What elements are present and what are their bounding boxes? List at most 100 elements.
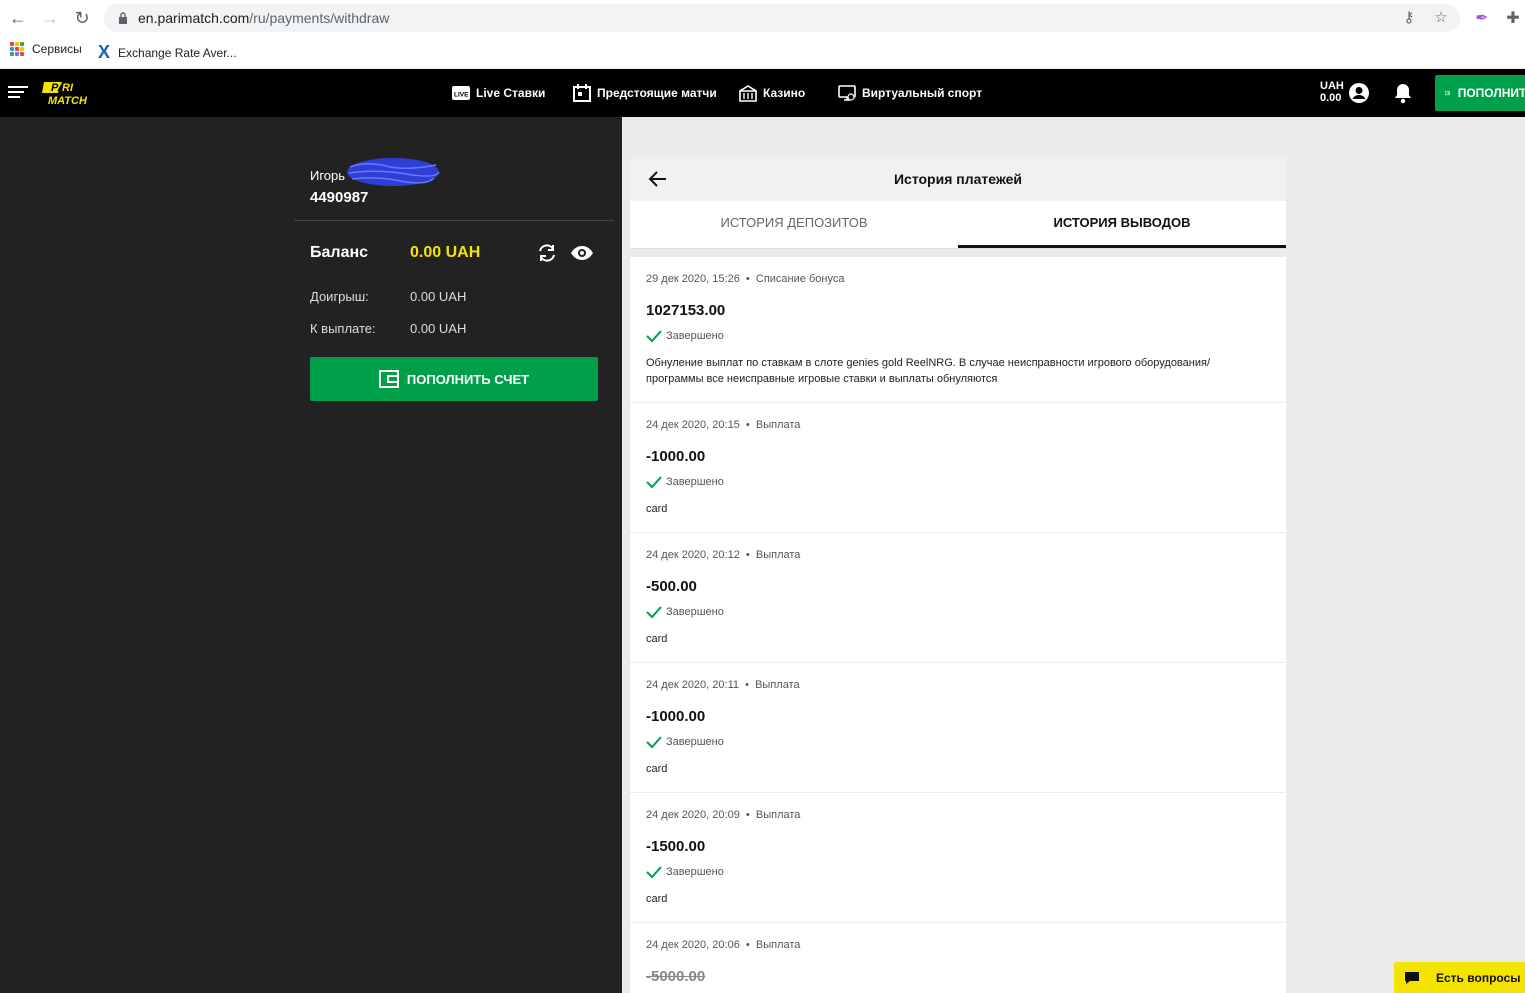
transaction-status: Завершено — [646, 735, 724, 749]
transaction-item: 24 дек 2020, 20:06 • Выплата -5000.00 — [630, 923, 1286, 993]
account-id: 4490987 — [310, 189, 369, 206]
transaction-note: card — [646, 763, 668, 775]
card-header: История платежей — [630, 157, 1286, 201]
nav-label: Live Ставки — [476, 86, 546, 100]
svg-text:LIVE: LIVE — [454, 92, 469, 99]
site-header: PA RI MATCH LIVE Live Ставки Предстоящие… — [0, 69, 1525, 117]
transaction-meta: 24 дек 2020, 20:09 • Выплата — [646, 809, 801, 821]
bell-icon[interactable] — [1393, 82, 1413, 104]
check-icon — [646, 606, 662, 619]
live-icon: LIVE — [452, 86, 470, 100]
transaction-status: Завершено — [646, 329, 724, 343]
bookmark-exchange-rate[interactable]: X Exchange Rate Aver... — [98, 42, 237, 63]
transaction-status: Завершено — [646, 605, 724, 619]
transaction-note: Обнуление выплат по ставкам в слоте geni… — [646, 357, 1211, 385]
chat-label: Есть вопросы — [1436, 970, 1521, 985]
transaction-item: 24 дек 2020, 20:12 • Выплата -500.00 Зав… — [630, 533, 1286, 663]
tab-deposit-history[interactable]: ИСТОРИЯ ДЕПОЗИТОВ — [630, 201, 958, 248]
transaction-amount: -1000.00 — [646, 708, 706, 725]
star-icon[interactable]: ☆ — [1432, 9, 1450, 27]
parimatch-logo[interactable]: PA RI MATCH — [42, 80, 122, 106]
tab-withdrawal-history[interactable]: ИСТОРИЯ ВЫВОДОВ — [958, 201, 1286, 248]
bookmark-label: Exchange Rate Aver... — [118, 45, 237, 60]
page-title: История платежей — [893, 171, 1023, 187]
history-tabs: ИСТОРИЯ ДЕПОЗИТОВ ИСТОРИЯ ВЫВОДОВ — [630, 201, 1286, 249]
header-deposit-button[interactable]: ПОПОЛНИТЬ — [1435, 75, 1525, 111]
wallet-icon — [1445, 90, 1450, 96]
payout-value: 0.00 UAH — [410, 321, 467, 336]
nav-label: Виртуальный спорт — [862, 86, 983, 100]
puzzle-icon[interactable]: ✚ — [1503, 8, 1523, 28]
back-icon[interactable]: ← — [8, 8, 28, 28]
virtual-sport-icon — [838, 85, 856, 101]
casino-icon — [739, 85, 757, 102]
header-balance[interactable]: UAH 0.00 — [1320, 80, 1344, 104]
payment-history-card: История платежей ИСТОРИЯ ДЕПОЗИТОВ ИСТОР… — [630, 157, 1286, 993]
nav-label: Предстоящие матчи — [597, 86, 717, 100]
transaction-status: Завершено — [646, 475, 724, 489]
svg-text:MATCH: MATCH — [48, 95, 88, 106]
bookmark-label: Сервисы — [32, 42, 82, 56]
calendar-icon — [573, 84, 591, 102]
transaction-meta: 24 дек 2020, 20:06 • Выплата — [646, 939, 801, 951]
bookmark-services[interactable]: Сервисы — [10, 42, 82, 56]
transaction-item: 24 дек 2020, 20:09 • Выплата -1500.00 За… — [630, 793, 1286, 923]
deposit-label: ПОПОЛНИТЬ — [1457, 86, 1525, 100]
account-sidebar: Игорь 4490987 Баланс 0.00 UAH Доигрыш: 0… — [0, 117, 622, 993]
url-text: en.parimatch.com/ru/payments/withdraw — [138, 10, 390, 26]
nav-live-bets[interactable]: LIVE Live Ставки — [452, 69, 545, 117]
transaction-amount: 1027153.00 — [646, 302, 726, 319]
lock-icon — [119, 12, 127, 24]
rollover-value: 0.00 UAH — [410, 289, 467, 304]
menu-icon[interactable] — [8, 86, 28, 100]
chat-icon — [1405, 971, 1419, 984]
apps-grid-icon — [10, 42, 24, 56]
transaction-meta: 24 дек 2020, 20:12 • Выплата — [646, 549, 801, 561]
payout-label: К выплате: — [310, 321, 376, 336]
balance-value: 0.00 UAH — [410, 244, 481, 261]
transaction-amount: -1500.00 — [646, 838, 706, 855]
redaction-scribble — [347, 158, 440, 186]
transaction-amount: -1000.00 — [646, 448, 706, 465]
transaction-item: 29 дек 2020, 15:26 • Списание бонуса 102… — [630, 257, 1286, 403]
transaction-status: Завершено — [646, 865, 724, 879]
transaction-note: card — [646, 503, 668, 515]
transaction-meta: 29 дек 2020, 15:26 • Списание бонуса — [646, 273, 845, 285]
check-icon — [646, 476, 662, 489]
deposit-button-label: ПОПОЛНИТЬ СЧЕТ — [406, 371, 530, 387]
svg-text:RI: RI — [62, 82, 74, 94]
transaction-item: 24 дек 2020, 20:11 • Выплата -1000.00 За… — [630, 663, 1286, 793]
divider — [294, 220, 614, 221]
deposit-account-button[interactable]: ПОПОЛНИТЬ СЧЕТ — [310, 357, 598, 401]
x-logo-icon: X — [98, 42, 111, 62]
separator — [630, 249, 1286, 257]
nav-upcoming-matches[interactable]: Предстоящие матчи — [573, 69, 717, 117]
balance-label: Баланс — [310, 244, 369, 261]
header-balance-value: 0.00 — [1320, 92, 1342, 104]
check-icon — [646, 330, 662, 343]
nav-casino[interactable]: Казино — [739, 69, 805, 117]
transaction-note: card — [646, 893, 668, 905]
feather-icon[interactable]: ✒ — [1472, 8, 1492, 28]
header-currency: UAH — [1320, 80, 1344, 92]
transaction-note: card — [646, 633, 668, 645]
forward-icon[interactable]: → — [40, 8, 60, 28]
key-icon[interactable]: ⚷ — [1400, 9, 1418, 27]
reload-icon[interactable]: ↻ — [72, 8, 92, 28]
refresh-icon[interactable] — [536, 243, 558, 263]
nav-label: Казино — [763, 86, 806, 100]
browser-toolbar: ← → ↻ en.parimatch.com/ru/payments/withd… — [0, 0, 1525, 36]
transaction-meta: 24 дек 2020, 20:11 • Выплата — [646, 679, 800, 691]
transaction-meta: 24 дек 2020, 20:15 • Выплата — [646, 419, 801, 431]
user-name: Игорь — [310, 168, 346, 183]
transaction-amount: -500.00 — [646, 578, 697, 595]
address-bar[interactable]: en.parimatch.com/ru/payments/withdraw ⚷ … — [104, 4, 1460, 32]
check-icon — [646, 866, 662, 879]
transaction-amount: -5000.00 — [646, 968, 706, 985]
rollover-label: Доигрыш: — [310, 289, 369, 304]
eye-icon[interactable] — [570, 244, 594, 262]
nav-virtual-sport[interactable]: Виртуальный спорт — [838, 69, 982, 117]
user-icon[interactable] — [1348, 82, 1370, 104]
wallet-icon — [378, 370, 399, 388]
chat-support-button[interactable]: Есть вопросы — [1394, 962, 1525, 993]
